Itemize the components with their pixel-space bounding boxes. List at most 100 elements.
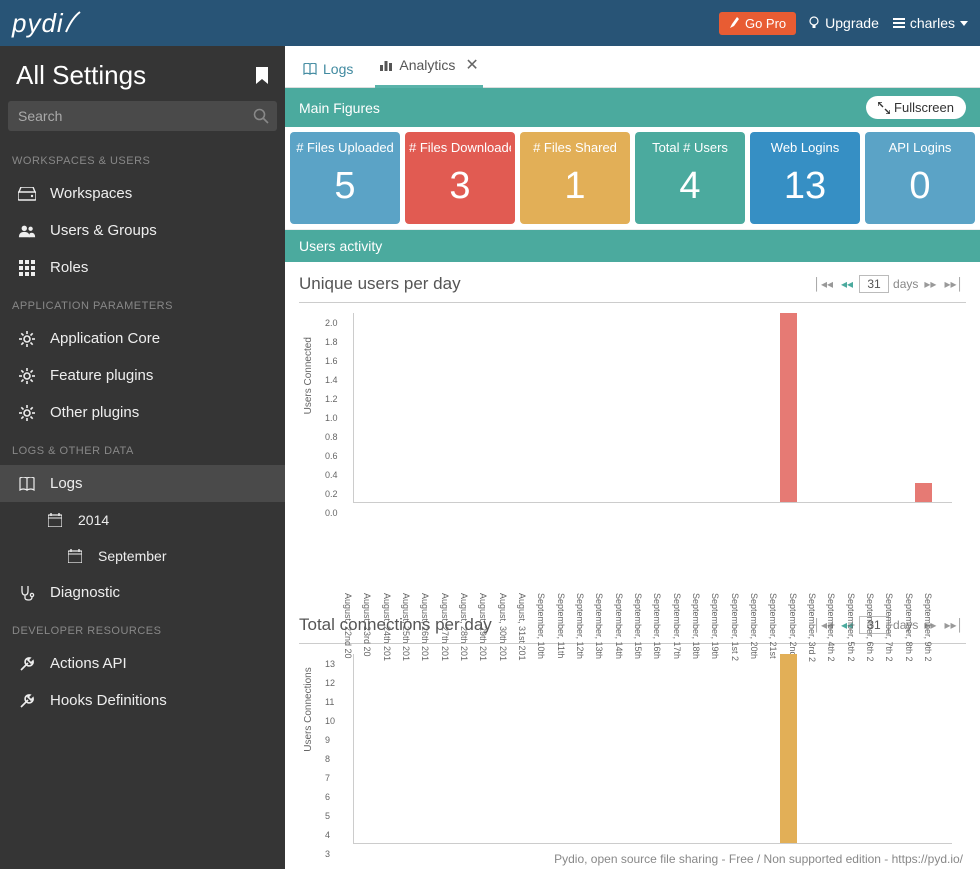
sidebar-item-month[interactable]: September: [0, 538, 285, 574]
gear-icon: [18, 331, 36, 347]
search-icon: [253, 108, 269, 124]
sidebar-item-logs[interactable]: Logs: [0, 465, 285, 502]
section-title: Main Figures: [299, 100, 380, 116]
y-tick: 0.2: [325, 489, 338, 499]
y-axis-label: Users Connections: [303, 667, 314, 751]
gear-icon: [18, 405, 36, 421]
x-tick: September, 20th: [749, 593, 759, 603]
stat-label: # Files Uploaded: [294, 140, 396, 155]
bookmark-icon[interactable]: [255, 67, 269, 85]
x-tick: August, 26th 201: [420, 593, 430, 603]
sidebar-section-header: WORKSPACES & USERS: [0, 141, 285, 175]
stat-card: # Files Uploaded5: [290, 132, 400, 224]
sidebar-item-roles[interactable]: Roles: [0, 249, 285, 286]
stat-value: 13: [754, 165, 856, 208]
y-tick: 3: [325, 849, 330, 859]
x-tick: September, 19th: [710, 593, 720, 603]
sidebar-item-label: Other plugins: [50, 404, 139, 421]
pager-last[interactable]: ▸▸│: [942, 277, 966, 291]
x-tick: August, 22nd 20: [343, 593, 353, 603]
y-tick: 8: [325, 754, 330, 764]
stat-card: Web Logins13: [750, 132, 860, 224]
sidebar-item-workspaces[interactable]: Workspaces: [0, 175, 285, 212]
stat-label: Total # Users: [639, 140, 741, 155]
pager-next[interactable]: ▸▸: [922, 277, 938, 291]
search-input[interactable]: [8, 101, 277, 131]
section-main-figures: Main Figures Fullscreen: [285, 88, 980, 127]
y-tick: 6: [325, 792, 330, 802]
sidebar-item-label: Actions API: [50, 655, 127, 672]
fullscreen-button[interactable]: Fullscreen: [866, 96, 966, 119]
sidebar-item-hooks[interactable]: Hooks Definitions: [0, 682, 285, 719]
upgrade-button[interactable]: Upgrade: [808, 15, 879, 31]
sidebar-section-header: LOGS & OTHER DATA: [0, 431, 285, 465]
stat-card: # Files Downloaded3: [405, 132, 515, 224]
gear-icon: [18, 368, 36, 384]
y-tick: 1.2: [325, 394, 338, 404]
x-tick: September, 17th: [672, 593, 682, 603]
pager: │◂◂◂◂31days▸▸▸▸│: [811, 275, 966, 293]
plot: [353, 654, 952, 844]
wrench-icon: [18, 656, 36, 672]
sidebar-item-feature-plugins[interactable]: Feature plugins: [0, 357, 285, 394]
pager-prev[interactable]: ◂◂: [839, 277, 855, 291]
section-title: Users activity: [299, 238, 382, 254]
book-icon: [18, 477, 36, 491]
tab-logs[interactable]: Logs: [299, 51, 357, 87]
stat-card: API Logins0: [865, 132, 975, 224]
book-icon: [303, 63, 317, 75]
bar: [780, 654, 797, 843]
go-pro-button[interactable]: Go Pro: [719, 12, 796, 35]
x-tick: September, 12th: [575, 593, 585, 603]
stethoscope-icon: [18, 585, 36, 601]
pager-value[interactable]: 31: [859, 275, 889, 293]
x-tick: September, 14th: [614, 593, 624, 603]
x-tick: September, 15th: [633, 593, 643, 603]
main-scroll[interactable]: Unique users per day│◂◂◂◂31days▸▸▸▸│User…: [285, 262, 980, 869]
sidebar-item-actions-api[interactable]: Actions API: [0, 645, 285, 682]
sidebar-item-other-plugins[interactable]: Other plugins: [0, 394, 285, 431]
pager-last[interactable]: ▸▸│: [942, 618, 966, 632]
pager-first[interactable]: │◂◂: [811, 277, 835, 291]
x-tick: September, 5th 2: [846, 593, 856, 603]
sidebar: All Settings WORKSPACES & USERS Workspac…: [0, 46, 285, 869]
content: Logs Analytics ✕ Main Figures Fullscreen…: [285, 46, 980, 869]
close-icon[interactable]: ✕: [465, 55, 478, 75]
sidebar-item-diagnostic[interactable]: Diagnostic: [0, 574, 285, 611]
y-tick: 7: [325, 773, 330, 783]
x-tick: September, 7th 2: [884, 593, 894, 603]
sidebar-item-users-groups[interactable]: Users & Groups: [0, 212, 285, 249]
x-tick: August, 30th 201: [498, 593, 508, 603]
y-tick: 10: [325, 716, 335, 726]
stat-label: # Files Shared: [524, 140, 626, 155]
x-tick: August, 25th 201: [401, 593, 411, 603]
footer-text: Pydio, open source file sharing - Free /…: [549, 849, 968, 869]
x-tick: August, 27th 201: [440, 593, 450, 603]
y-tick: 0.8: [325, 432, 338, 442]
x-tick: September, 1st 2: [730, 593, 740, 603]
x-tick: September, 18th: [691, 593, 701, 603]
sidebar-section-header: APPLICATION PARAMETERS: [0, 286, 285, 320]
stat-card: Total # Users4: [635, 132, 745, 224]
sidebar-item-year[interactable]: 2014: [0, 502, 285, 538]
x-tick: August, 28th 201: [459, 593, 469, 603]
x-tick: August, 23rd 20: [362, 593, 372, 603]
calendar-icon: [66, 549, 84, 563]
y-tick: 4: [325, 830, 330, 840]
y-tick: 1.6: [325, 356, 338, 366]
logo: pydi: [12, 8, 82, 39]
y-tick: 0.0: [325, 508, 338, 518]
x-tick: September, 8th 2: [904, 593, 914, 603]
y-tick: 12: [325, 678, 335, 688]
tab-analytics[interactable]: Analytics ✕: [375, 46, 482, 88]
stat-card: # Files Shared1: [520, 132, 630, 224]
section-users-activity: Users activity: [285, 230, 980, 262]
x-tick: September, 2nd: [788, 593, 798, 603]
tab-bar: Logs Analytics ✕: [285, 46, 980, 88]
users-icon: [18, 224, 36, 238]
sidebar-item-label: 2014: [78, 512, 109, 528]
sidebar-item-application-core[interactable]: Application Core: [0, 320, 285, 357]
user-menu[interactable]: charles: [893, 15, 968, 31]
stat-value: 3: [409, 165, 511, 208]
x-tick: September, 10th: [536, 593, 546, 603]
